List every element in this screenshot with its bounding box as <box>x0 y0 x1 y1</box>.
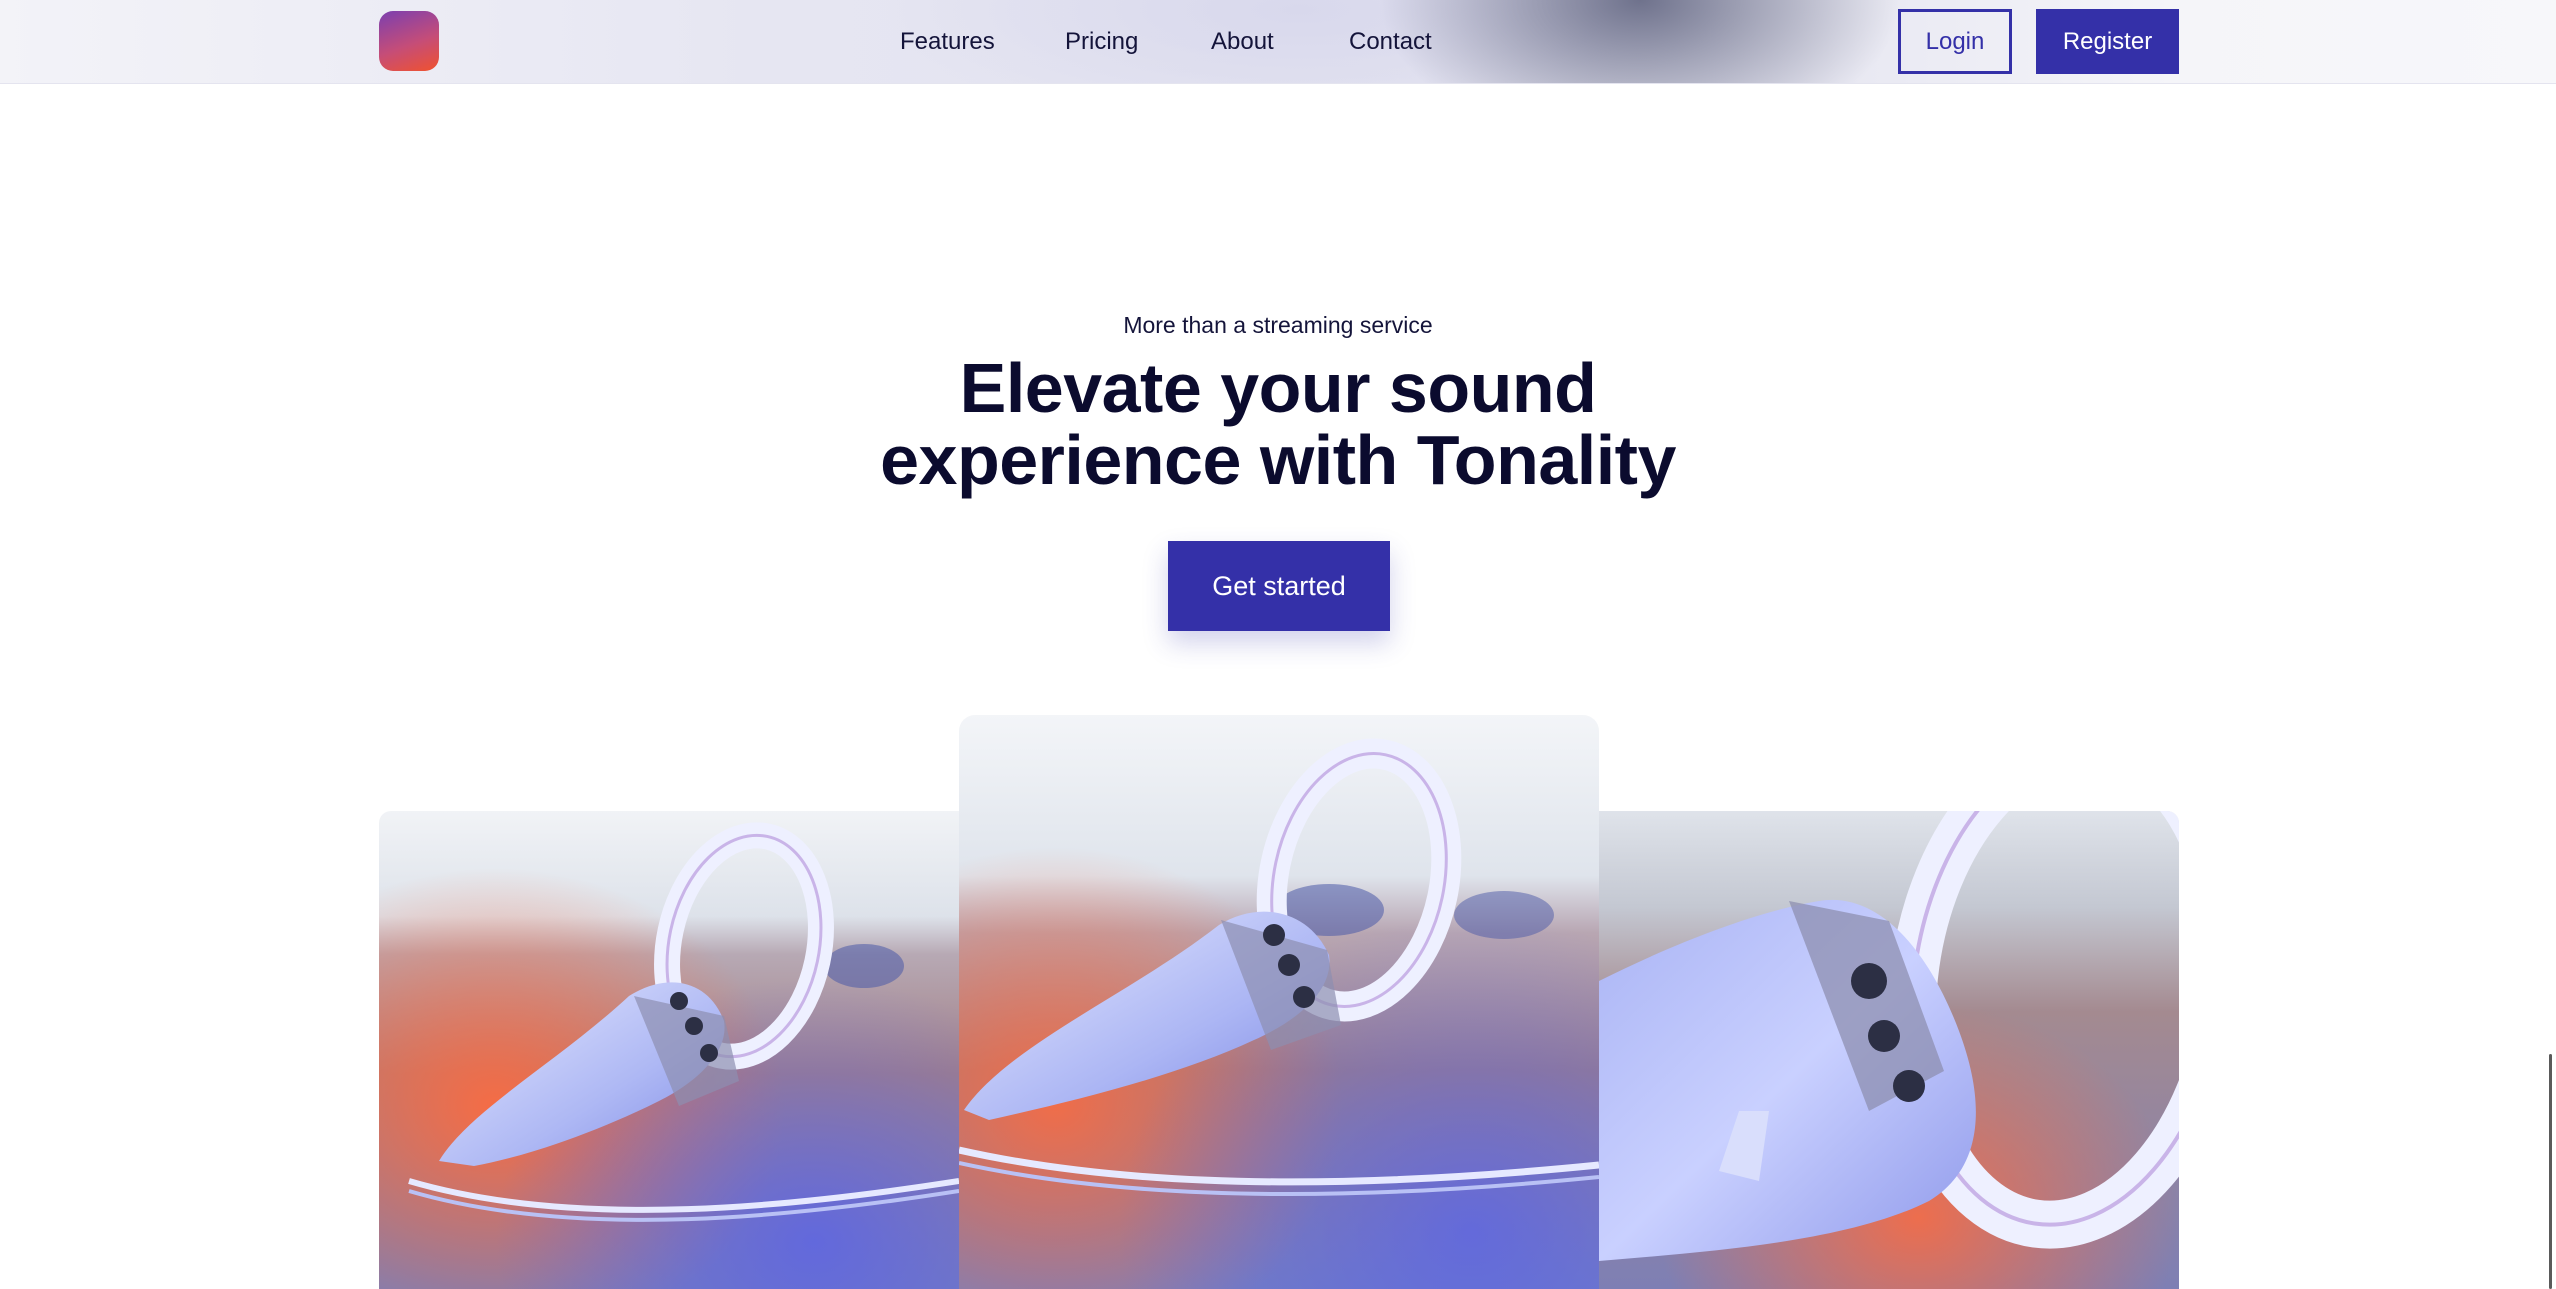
hero-title: Elevate your sound experience with Tonal… <box>0 352 2556 496</box>
gallery-photo-center <box>959 715 1599 1289</box>
hero-eyebrow: More than a streaming service <box>1123 312 1433 338</box>
page: Features Pricing About Contact Login Reg… <box>0 0 2556 1289</box>
brand-logo[interactable] <box>379 11 439 71</box>
page-scrollbar[interactable] <box>2549 1054 2552 1289</box>
hero-title-line-1: Elevate your sound <box>959 349 1597 427</box>
gallery-photo-left <box>379 811 959 1289</box>
vr-controller-image <box>379 811 959 1289</box>
register-button[interactable]: Register <box>2036 9 2179 74</box>
nav-link-about[interactable]: About <box>1211 28 1274 56</box>
vr-controller-image <box>1599 811 2179 1289</box>
site-header: Features Pricing About Contact Login Reg… <box>0 0 2556 84</box>
nav-link-features[interactable]: Features <box>900 28 995 56</box>
get-started-button[interactable]: Get started <box>1168 541 1390 631</box>
gallery-photo-right <box>1599 811 2179 1289</box>
nav-link-pricing[interactable]: Pricing <box>1065 28 1138 56</box>
vr-controller-image <box>959 715 1599 1289</box>
nav-link-contact[interactable]: Contact <box>1349 28 1432 56</box>
login-button[interactable]: Login <box>1898 9 2012 74</box>
hero-title-line-2: experience with Tonality <box>880 421 1676 499</box>
